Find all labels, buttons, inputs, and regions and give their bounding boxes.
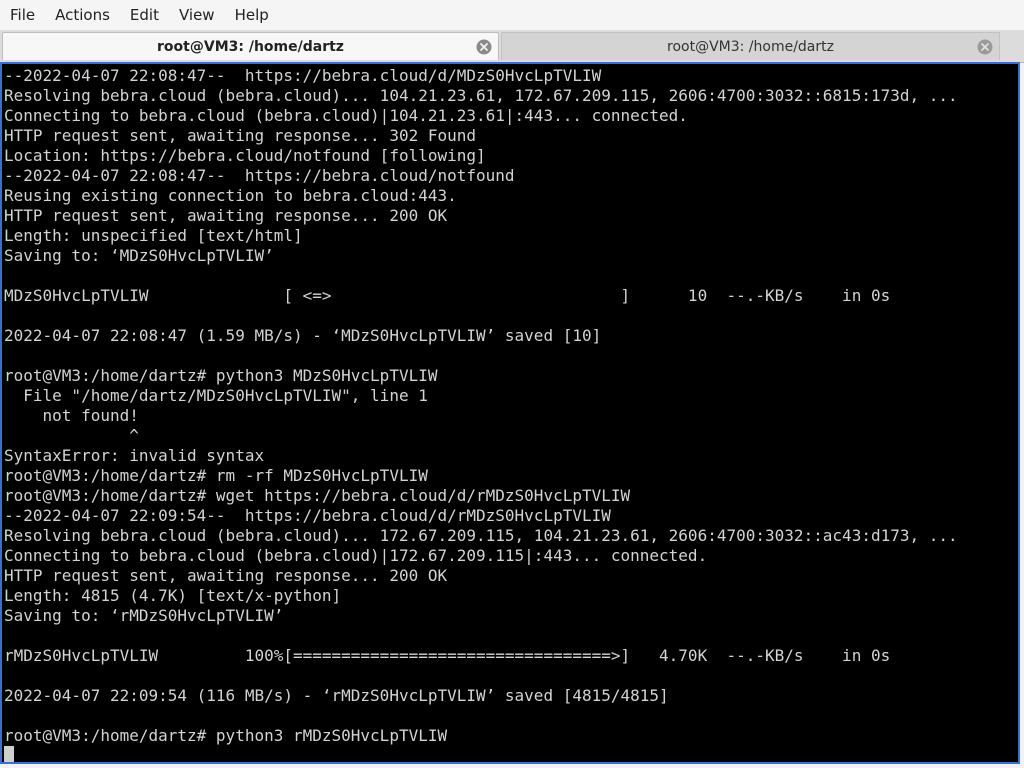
terminal-view[interactable]: --2022-04-07 22:08:47-- https://bebra.cl… — [0, 62, 1020, 764]
terminal-line: HTTP request sent, awaiting response... … — [4, 126, 477, 145]
terminal-line: root@VM3:/home/dartz# python3 rMDzS0HvcL… — [4, 726, 448, 745]
terminal-line: 2022-04-07 22:08:47 (1.59 MB/s) - ‘MDzS0… — [4, 326, 602, 345]
terminal-line: SyntaxError: invalid syntax — [4, 446, 265, 465]
menu-actions[interactable]: Actions — [45, 0, 120, 30]
terminal-line: Connecting to bebra.cloud (bebra.cloud)|… — [4, 546, 708, 565]
terminal-line: root@VM3:/home/dartz# rm -rf MDzS0HvcLpT… — [4, 466, 428, 485]
terminal-line: Resolving bebra.cloud (bebra.cloud)... 1… — [4, 526, 958, 545]
menu-help[interactable]: Help — [225, 0, 279, 30]
terminal-line: HTTP request sent, awaiting response... … — [4, 206, 448, 225]
tab-terminal-2[interactable]: root@VM3: /home/dartz — [501, 32, 1000, 60]
terminal-line: root@VM3:/home/dartz# python3 MDzS0HvcLp… — [4, 366, 438, 385]
tab-title: root@VM3: /home/dartz — [157, 38, 344, 55]
terminal-line: 2022-04-07 22:09:54 (116 MB/s) - ‘rMDzS0… — [4, 686, 669, 705]
terminal-line: Resolving bebra.cloud (bebra.cloud)... 1… — [4, 86, 958, 105]
terminal-line: --2022-04-07 22:09:54-- https://bebra.cl… — [4, 506, 611, 525]
terminal-line: Connecting to bebra.cloud (bebra.cloud)|… — [4, 106, 688, 125]
terminal-line: File "/home/dartz/MDzS0HvcLpTVLIW", line… — [23, 386, 428, 405]
menu-edit[interactable]: Edit — [120, 0, 169, 30]
terminal-line: rMDzS0HvcLpTVLIW 100%[==================… — [4, 646, 891, 665]
terminal-line: Reusing existing connection to bebra.clo… — [4, 186, 457, 205]
menu-bar: File Actions Edit View Help — [0, 0, 1024, 30]
menu-view[interactable]: View — [169, 0, 225, 30]
terminal-output: --2022-04-07 22:08:47-- https://bebra.cl… — [2, 64, 1018, 762]
terminal-line: Saving to: ‘rMDzS0HvcLpTVLIW’ — [4, 606, 284, 625]
tab-title: root@VM3: /home/dartz — [667, 38, 834, 55]
tab-terminal-1[interactable]: root@VM3: /home/dartz — [2, 32, 499, 60]
terminal-line: Location: https://bebra.cloud/notfound [… — [4, 146, 486, 165]
terminal-line: not found! — [42, 406, 139, 425]
close-icon[interactable] — [977, 39, 993, 55]
terminal-cursor — [4, 746, 14, 762]
terminal-line: ^ — [129, 426, 139, 445]
terminal-line: Saving to: ‘MDzS0HvcLpTVLIW’ — [4, 246, 274, 265]
tab-bar: root@VM3: /home/dartz root@VM3: /home/da… — [0, 30, 1024, 63]
terminal-line: Length: unspecified [text/html] — [4, 226, 303, 245]
terminal-line: HTTP request sent, awaiting response... … — [4, 566, 448, 585]
terminal-line: root@VM3:/home/dartz# wget https://bebra… — [4, 486, 631, 505]
terminal-line: Length: 4815 (4.7K) [text/x-python] — [4, 586, 342, 605]
terminal-line: --2022-04-07 22:08:47-- https://bebra.cl… — [4, 66, 602, 85]
terminal-line: MDzS0HvcLpTVLIW [ <=> ] 10 --.-KB/s in 0… — [4, 286, 891, 305]
terminal-line: --2022-04-07 22:08:47-- https://bebra.cl… — [4, 166, 515, 185]
close-icon[interactable] — [476, 39, 492, 55]
menu-file[interactable]: File — [0, 0, 45, 30]
